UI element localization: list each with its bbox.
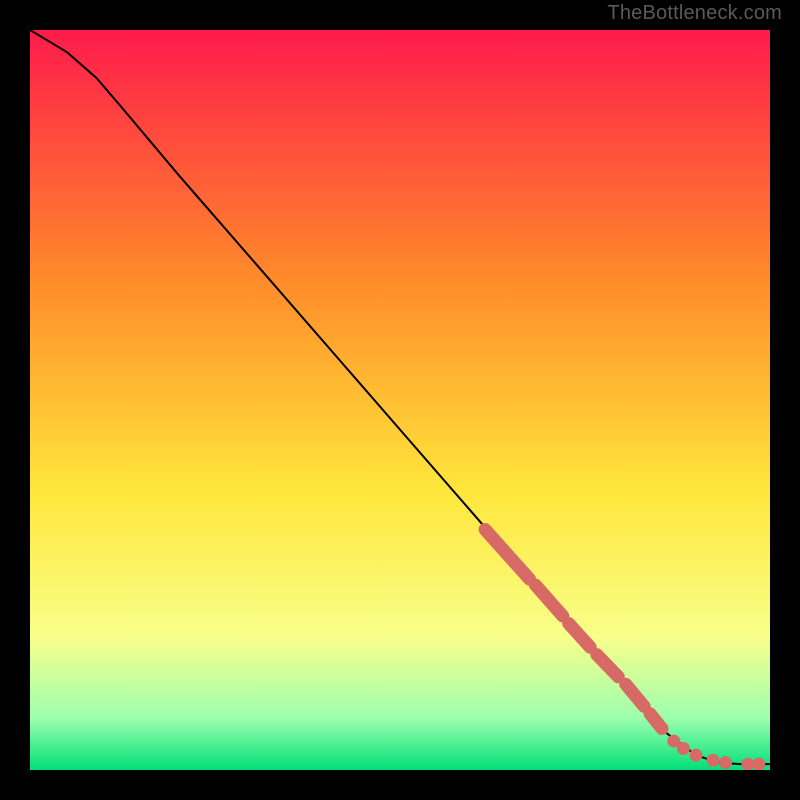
marker-segment	[650, 714, 662, 729]
heat-gradient-rect	[30, 30, 770, 770]
marker-dot	[677, 742, 690, 755]
marker-dot	[719, 756, 732, 769]
attribution-text: TheBottleneck.com	[607, 2, 782, 25]
heat-gradient-plot	[30, 30, 770, 770]
plot-svg	[30, 30, 770, 770]
marker-dot	[707, 754, 720, 767]
marker-dot	[741, 758, 754, 770]
marker-dot	[690, 749, 703, 762]
marker-dot	[752, 758, 765, 770]
chart-stage: TheBottleneck.com	[0, 0, 800, 800]
